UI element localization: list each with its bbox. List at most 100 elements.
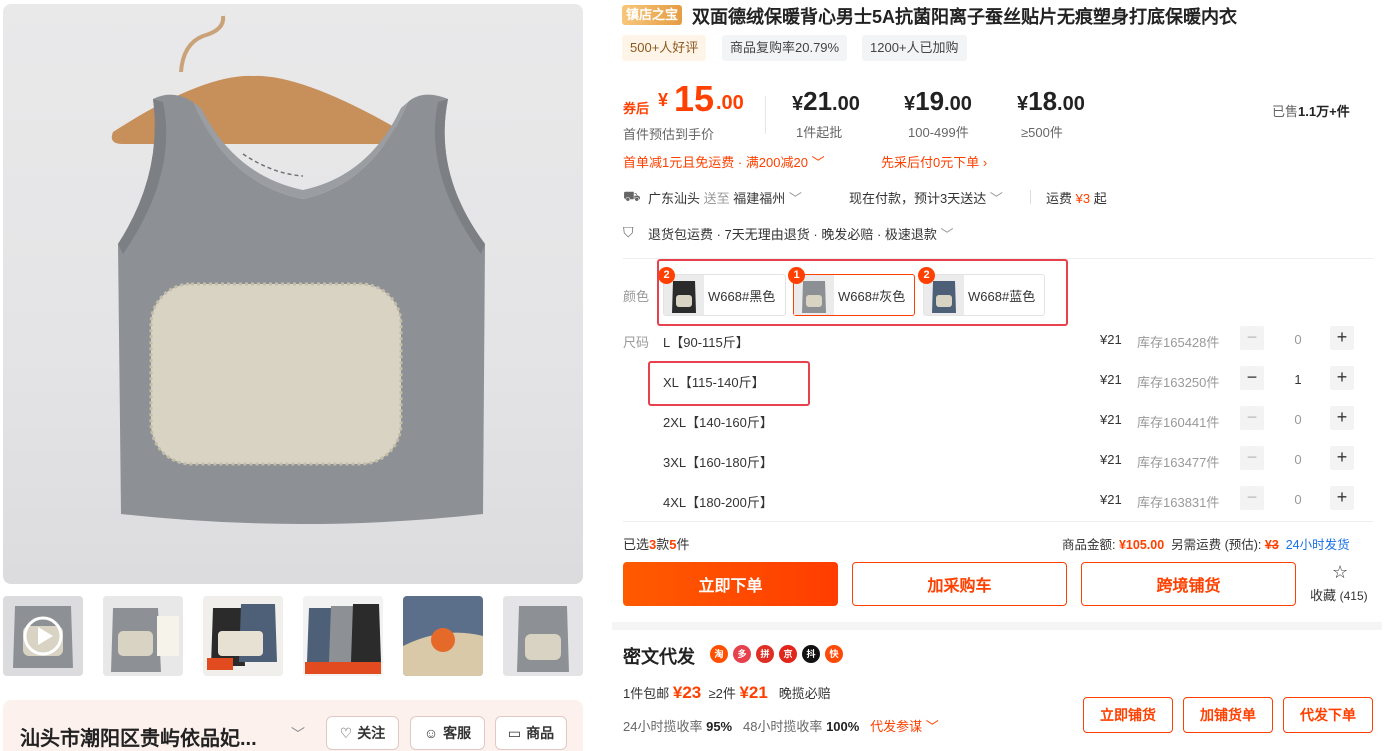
tier-dec: .00 <box>944 93 972 115</box>
fee-label: 运费 <box>1046 191 1073 206</box>
tier-price-1: ¥21.00 <box>792 86 860 117</box>
chevron-down-icon: ﹀ <box>788 191 802 206</box>
size-stock: 库存165428件 <box>1137 335 1220 350</box>
quantity-value[interactable]: 0 <box>1286 452 1310 467</box>
quantity-value[interactable]: 0 <box>1286 412 1310 427</box>
jd-icon: 京 <box>779 645 797 663</box>
duoduo-icon: 多 <box>733 645 751 663</box>
fav-label: 收藏 <box>1310 588 1337 603</box>
main-product-image[interactable] <box>3 4 583 584</box>
amount-label: 商品金额: <box>1062 538 1116 552</box>
promo-discount-label: 首单减1元且免运费 · 满200减20 <box>623 155 808 170</box>
advisor-link[interactable]: 代发参谋 <box>870 719 922 734</box>
chevron-right-icon: › <box>982 155 988 170</box>
quantity-value[interactable]: 0 <box>1286 332 1310 347</box>
kuaishou-icon: 快 <box>825 645 843 663</box>
decrement-button[interactable]: − <box>1240 486 1264 510</box>
ship-dest: 福建福州 <box>733 191 786 206</box>
vest-illustration <box>111 15 485 525</box>
chat-icon: ☺ <box>423 725 439 741</box>
size-stock: 库存163250件 <box>1137 375 1220 390</box>
thumbnail-image[interactable] <box>403 596 483 676</box>
tier-int: 19 <box>915 86 945 116</box>
fee-value: ¥3 <box>1075 191 1091 206</box>
star-icon[interactable]: ☆ <box>1332 562 1348 583</box>
decrement-button[interactable]: − <box>1240 406 1264 430</box>
thumbnail-image[interactable] <box>503 596 583 676</box>
fee-estimate-value: ¥3 <box>1264 538 1279 552</box>
chevron-down-icon: ﹀ <box>940 227 954 242</box>
one-piece-label: 1件包邮 <box>623 686 670 701</box>
ship-from[interactable]: 广东汕头 送至 福建福州 ﹀ <box>648 188 802 207</box>
tier-price-2: ¥19.00 <box>904 86 972 117</box>
increment-button[interactable]: + <box>1330 366 1354 390</box>
dropship-order-button[interactable]: 代发下单 <box>1283 697 1373 733</box>
increment-button[interactable]: + <box>1330 446 1354 470</box>
size-name: 2XL【140-160斤】 <box>663 415 773 430</box>
increment-button[interactable]: + <box>1330 406 1354 430</box>
heart-icon: ♡ <box>339 724 353 741</box>
size-price: ¥21 <box>1100 412 1122 427</box>
add-to-cart-button[interactable]: 加采购车 <box>852 562 1067 606</box>
shop-name[interactable]: 汕头市潮阳区贵屿依品妃... <box>20 722 257 751</box>
size-row-3xl: 3XL【160-180斤】 ¥21 库存163477件 − 0 + <box>612 440 1372 480</box>
size-price: ¥21 <box>1100 332 1122 347</box>
size-stock: 库存163477件 <box>1137 455 1220 470</box>
service-button[interactable]: ☺ 客服 <box>410 716 485 750</box>
tier-int: 18 <box>1028 86 1058 116</box>
tier-dec: .00 <box>832 93 860 115</box>
size-price: ¥21 <box>1100 452 1122 467</box>
decrement-button[interactable]: − <box>1240 366 1264 390</box>
divider <box>1030 190 1031 204</box>
rate24-value: 95% <box>706 719 733 734</box>
store-icon: ▭ <box>507 724 522 741</box>
currency-symbol: ¥ <box>658 90 669 110</box>
quantity-value[interactable]: 1 <box>1286 372 1310 387</box>
follow-button[interactable]: ♡ 关注 <box>326 716 399 750</box>
add-list-button[interactable]: 加铺货单 <box>1183 697 1273 733</box>
pinduoduo-icon: 拼 <box>756 645 774 663</box>
thumbnail-image[interactable] <box>303 596 383 676</box>
decrement-button[interactable]: − <box>1240 446 1264 470</box>
amount-value: ¥105.00 <box>1118 538 1165 552</box>
size-highlight-box <box>648 361 810 406</box>
tier-label-2: 100-499件 <box>908 125 969 140</box>
increment-button[interactable]: + <box>1330 486 1354 510</box>
chevron-down-icon[interactable]: ﹀ <box>291 724 305 744</box>
review-pill: 500+人好评 <box>622 35 707 61</box>
service-guarantees[interactable]: 退货包运费 · 7天无理由退货 · 晚发必赔 · 极速退款 ﹀ <box>648 224 954 243</box>
dropship-title: 密文代发 <box>623 647 695 667</box>
promo-paylater[interactable]: 先采后付0元下单 › <box>881 152 987 171</box>
tier-label-3: ≥500件 <box>1021 125 1063 140</box>
repurchase-pill: 商品复购率20.79% <box>722 35 848 61</box>
follow-label: 关注 <box>357 725 386 741</box>
size-row-2xl: 2XL【140-160斤】 ¥21 库存160441件 − 0 + <box>612 400 1372 440</box>
size-stock: 库存160441件 <box>1137 415 1220 430</box>
amount-summary: 商品金额: ¥105.00 另需运费 (预估): ¥3 24小时发货 <box>1062 534 1350 553</box>
rate24-label: 24小时揽收率 <box>623 719 703 734</box>
cross-border-button[interactable]: 跨境铺货 <box>1081 562 1296 606</box>
pieces-unit: 件 <box>676 537 690 552</box>
delivery-estimate[interactable]: 现在付款，预计3天送达 ﹀ <box>849 188 1003 207</box>
favorite-button[interactable]: 收藏 (415) <box>1310 585 1368 604</box>
sold-count: 已售1.1万+件 <box>1272 101 1350 120</box>
ship-24h-note: 24小时发货 <box>1285 538 1350 552</box>
size-price: ¥21 <box>1100 372 1122 387</box>
decrement-button[interactable]: − <box>1240 326 1264 350</box>
size-stock: 库存163831件 <box>1137 495 1220 510</box>
list-now-button[interactable]: 立即铺货 <box>1083 697 1173 733</box>
thumbnail-video[interactable] <box>3 596 83 676</box>
thumbnail-image[interactable] <box>103 596 183 676</box>
shop-treasure-badge: 镇店之宝 <box>622 5 683 25</box>
delivery-label: 现在付款，预计3天送达 <box>849 191 987 206</box>
buy-now-button[interactable]: 立即下单 <box>623 562 838 606</box>
product-title: 双面德绒保暖背心男士5A抗菌阳离子蚕丝贴片无痕塑身打底保暖内衣 <box>692 7 1238 27</box>
quantity-value[interactable]: 0 <box>1286 492 1310 507</box>
increment-button[interactable]: + <box>1330 326 1354 350</box>
service-label: 客服 <box>443 725 472 741</box>
goods-button[interactable]: ▭ 商品 <box>495 716 567 750</box>
coupon-price-int: 15 <box>674 78 715 119</box>
thumbnail-image[interactable] <box>203 596 283 676</box>
promo-discount[interactable]: 首单减1元且免运费 · 满200减20 ﹀ <box>623 152 825 171</box>
chevron-down-icon: ﹀ <box>989 191 1003 206</box>
